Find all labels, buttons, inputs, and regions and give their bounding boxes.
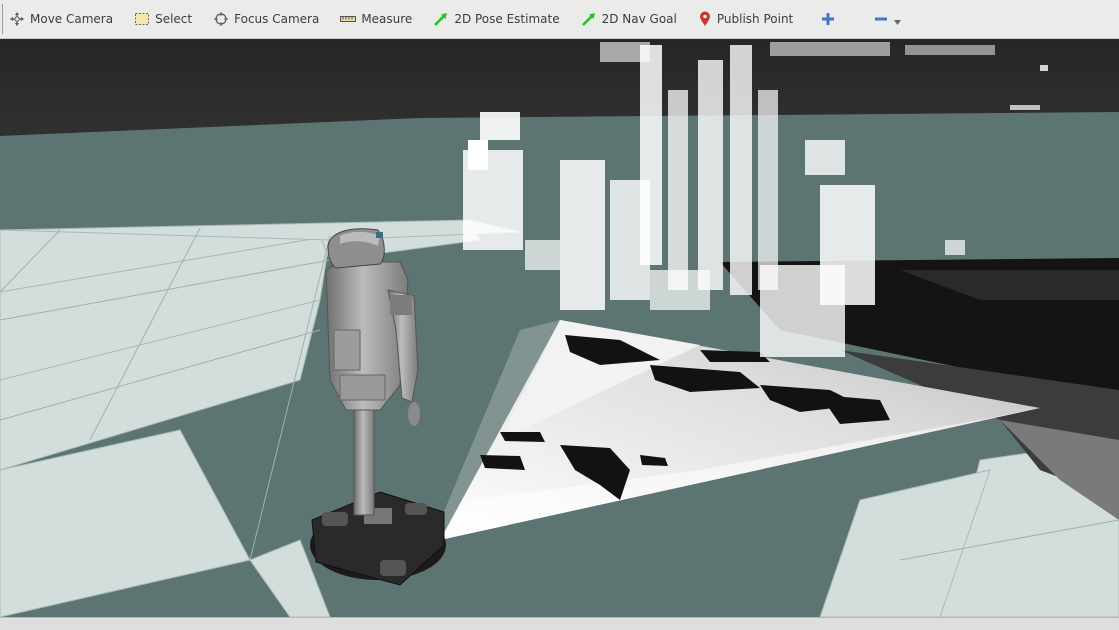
nav-goal-tool[interactable]: 2D Nav Goal — [575, 4, 683, 34]
nav-goal-arrow-icon — [581, 13, 595, 26]
measure-label: Measure — [361, 12, 413, 26]
rviz-toolbar: Move Camera Select Focus Camera Measure … — [0, 0, 1119, 39]
publish-point-tool[interactable]: Publish Point — [692, 4, 799, 34]
3d-viewport[interactable] — [0, 39, 1119, 617]
publish-point-label: Publish Point — [716, 12, 794, 26]
chevron-down-icon — [894, 19, 902, 25]
pose-arrow-icon — [434, 13, 448, 26]
minus-icon — [875, 17, 888, 21]
focus-camera-label: Focus Camera — [234, 12, 320, 26]
select-tool[interactable]: Select — [128, 4, 198, 34]
status-strip — [0, 617, 1119, 630]
add-tool-button[interactable] — [815, 4, 846, 34]
measure-icon — [340, 16, 357, 22]
pose-estimate-tool[interactable]: 2D Pose Estimate — [427, 4, 565, 34]
pose-estimate-label: 2D Pose Estimate — [454, 12, 560, 26]
focus-camera-icon — [214, 12, 229, 26]
select-label: Select — [155, 12, 193, 26]
focus-camera-tool[interactable]: Focus Camera — [207, 4, 325, 34]
select-icon — [135, 13, 150, 25]
robot-head — [327, 228, 385, 269]
nav-goal-label: 2D Nav Goal — [601, 12, 677, 26]
move-camera-label: Move Camera — [30, 12, 114, 26]
scene-render[interactable] — [0, 39, 1119, 617]
plus-icon — [822, 13, 835, 25]
remove-tool-button[interactable] — [868, 4, 913, 34]
measure-tool[interactable]: Measure — [334, 4, 418, 34]
move-camera-tool[interactable]: Move Camera — [2, 4, 119, 34]
map-pin-icon — [699, 11, 710, 26]
move-camera-icon — [10, 12, 24, 26]
